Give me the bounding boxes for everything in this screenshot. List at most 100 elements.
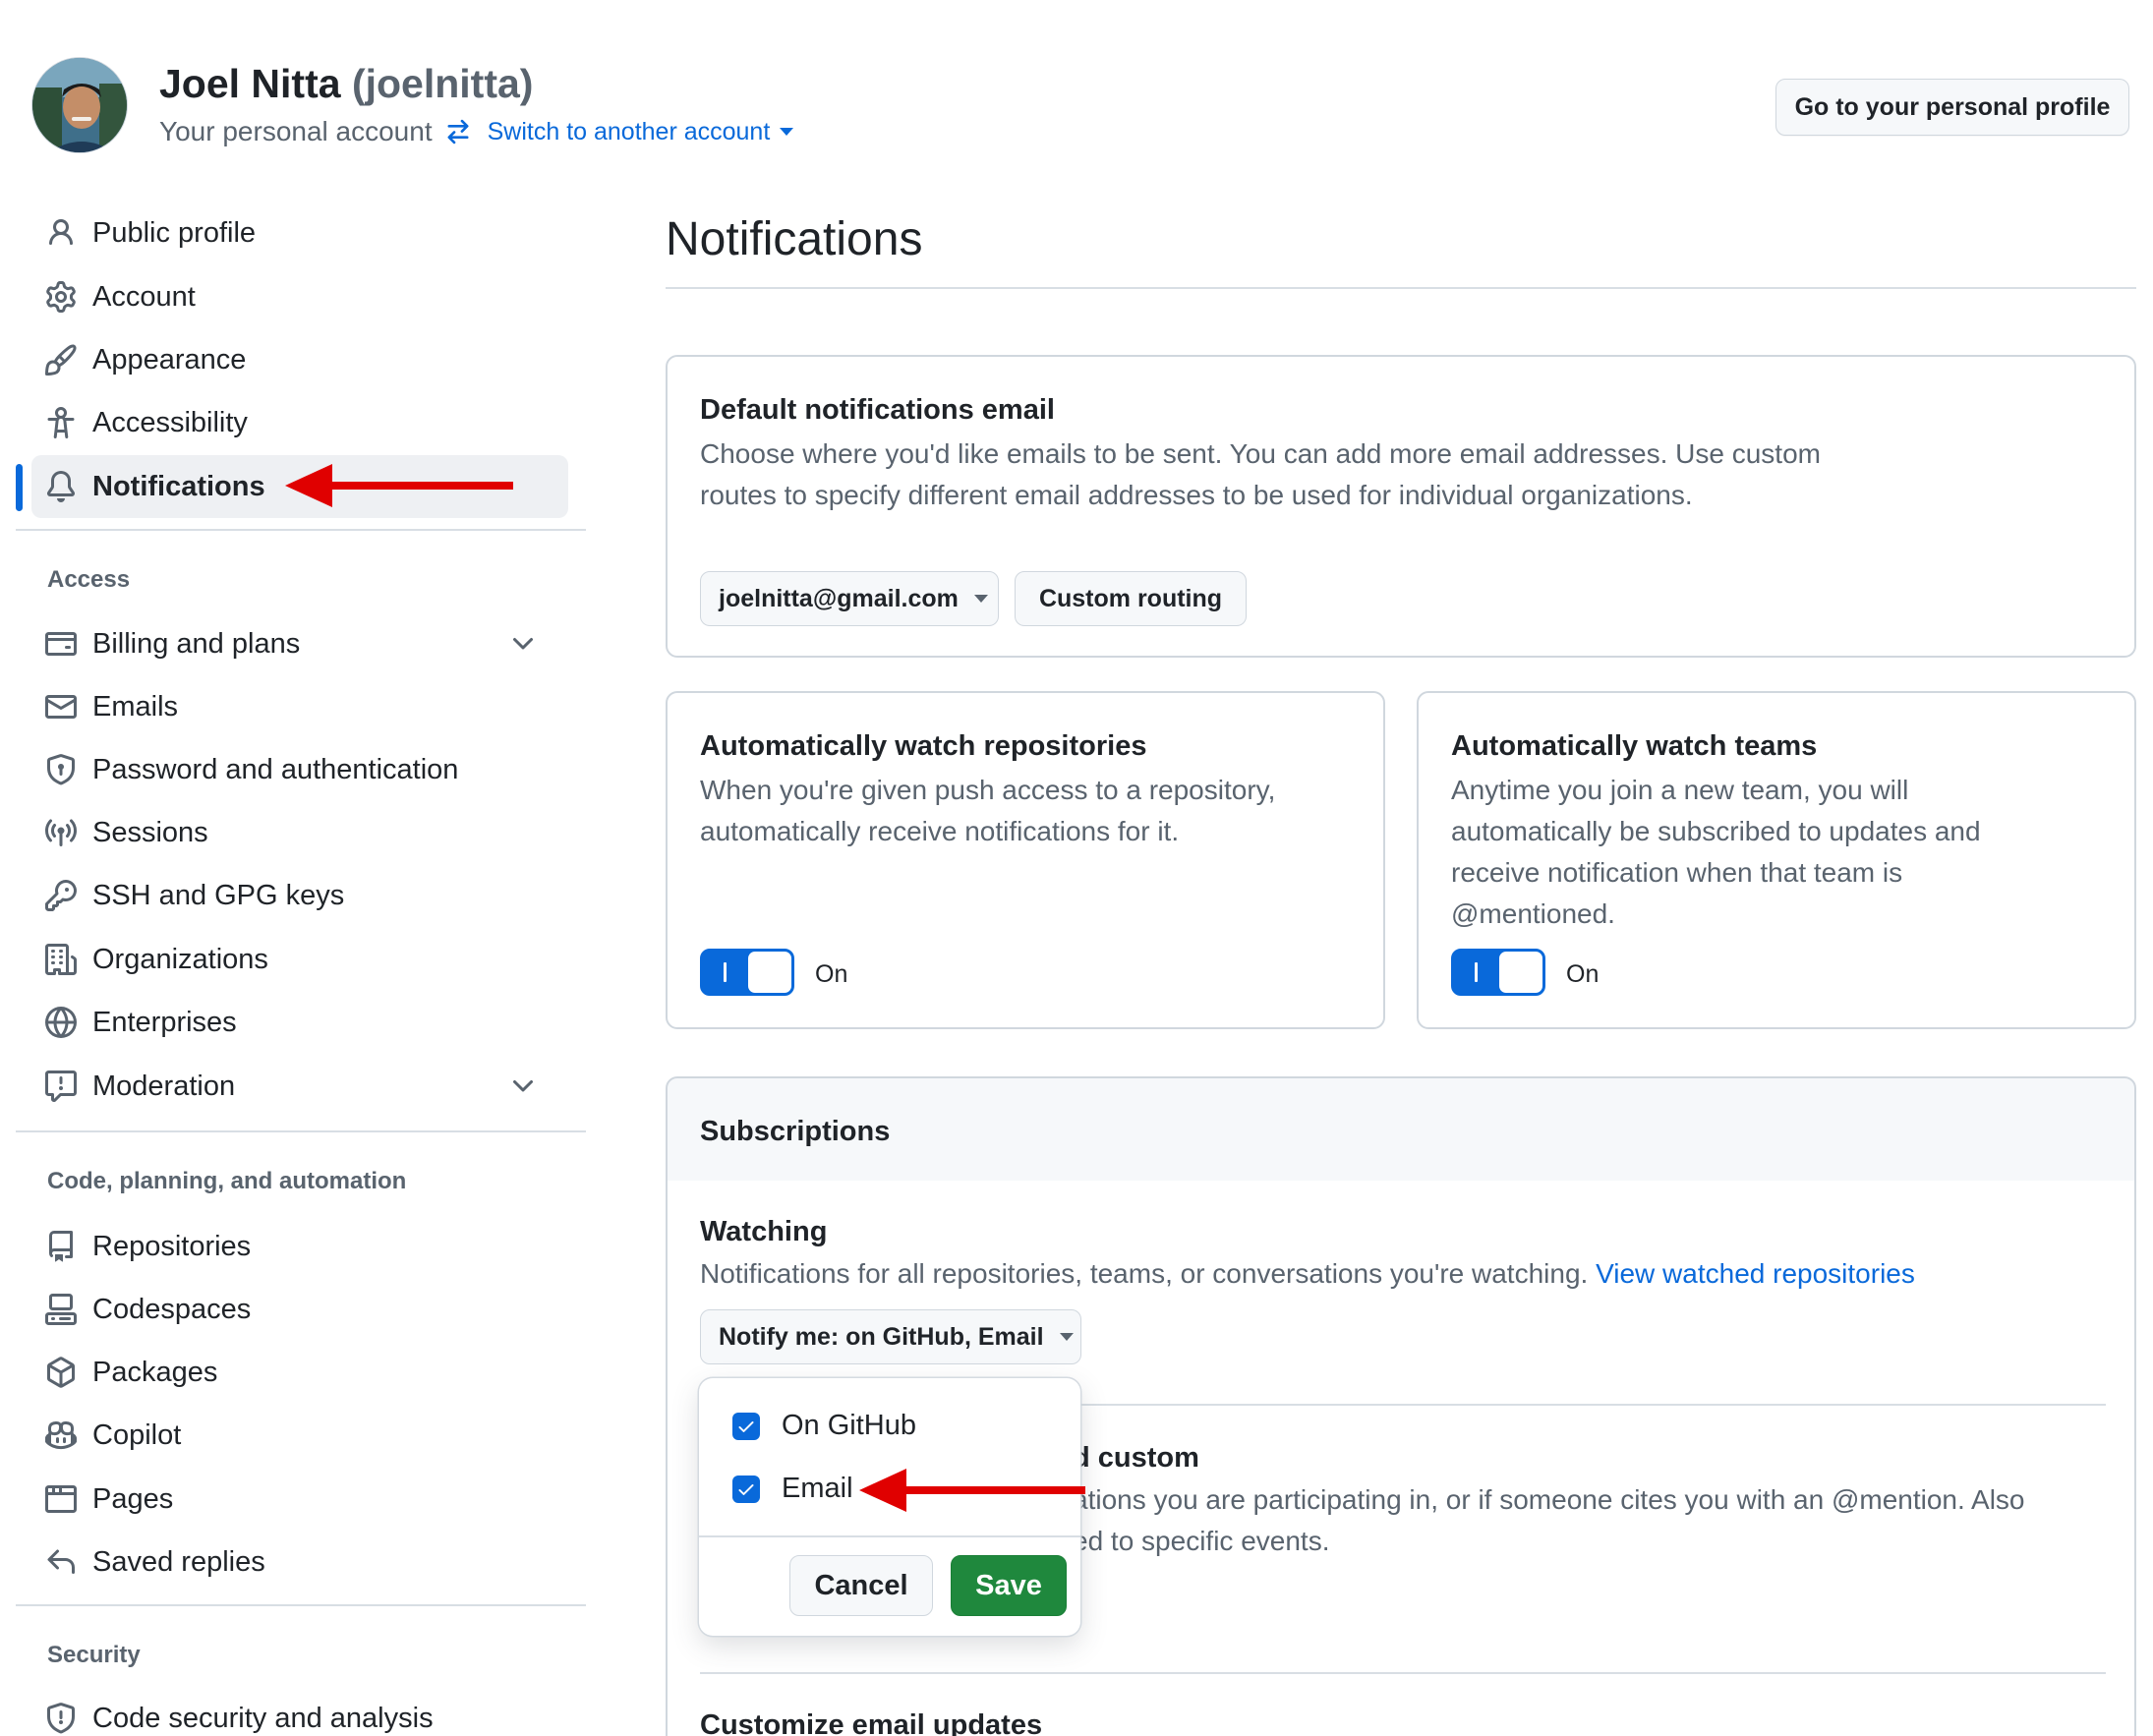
customize-email-title: Customize email updates	[700, 1709, 1043, 1736]
sidebar-item-label: Codespaces	[92, 1293, 252, 1325]
checkbox-checked-icon[interactable]	[732, 1412, 760, 1440]
sidebar-item-repositories[interactable]: Repositories	[31, 1215, 568, 1278]
sidebar-item-public-profile[interactable]: Public profile	[31, 202, 568, 264]
sidebar-item-copilot[interactable]: Copilot	[31, 1404, 568, 1467]
switch-account-link[interactable]: Switch to another account	[488, 118, 794, 146]
go-to-profile-button[interactable]: Go to your personal profile	[1775, 79, 2129, 136]
paintbrush-icon	[45, 328, 92, 391]
sidebar-item-accessibility[interactable]: Accessibility	[31, 391, 568, 454]
globe-icon	[45, 991, 92, 1054]
display-name: Joel Nitta	[159, 61, 341, 106]
personal-account-label: Your personal account	[159, 116, 433, 146]
account-name: Joel Nitta (joelnitta)	[159, 61, 533, 107]
watch-teams-toggle[interactable]	[1451, 949, 1545, 996]
watching-notify-select[interactable]: Notify me: on GitHub, Email	[700, 1309, 1081, 1364]
sidebar-item-code-security[interactable]: Code security and analysis	[31, 1687, 568, 1736]
checkbox-checked-icon[interactable]	[732, 1475, 760, 1503]
notify-select-value: Notify me: on GitHub, Email	[719, 1322, 1044, 1351]
option-on-github[interactable]: On GitHub	[732, 1410, 916, 1442]
sidebar-item-saved-replies[interactable]: Saved replies	[31, 1531, 568, 1593]
sidebar-item-label: Enterprises	[92, 1006, 237, 1038]
toggle-knob	[1498, 951, 1543, 994]
sidebar-item-label: SSH and GPG keys	[92, 879, 345, 911]
shield-icon	[45, 1687, 92, 1736]
option-email[interactable]: Email	[732, 1473, 853, 1505]
sidebar-item-label: Public profile	[92, 216, 257, 249]
option-label: On GitHub	[782, 1410, 916, 1441]
chevron-down-icon[interactable]	[507, 1071, 539, 1102]
participating-description-line2: ed to specific events.	[1073, 1526, 1330, 1556]
sidebar-item-pages[interactable]: Pages	[31, 1468, 568, 1531]
watching-title: Watching	[700, 1216, 828, 1247]
credit-card-icon	[45, 612, 92, 675]
sidebar-item-account[interactable]: Account	[31, 265, 568, 328]
active-indicator	[16, 464, 23, 511]
sidebar-item-label: Emails	[92, 690, 179, 723]
sidebar-item-billing[interactable]: Billing and plans	[31, 612, 568, 675]
email-select-value: joelnitta@gmail.com	[719, 584, 959, 612]
sidebar-item-sessions[interactable]: Sessions	[31, 801, 568, 864]
toggle-on-mark	[724, 962, 727, 982]
toggle-knob	[747, 951, 792, 994]
watch-repos-toggle-label: On	[815, 960, 848, 988]
custom-routing-button[interactable]: Custom routing	[1015, 571, 1247, 626]
sidebar-item-organizations[interactable]: Organizations	[31, 928, 568, 991]
sidebar-item-packages[interactable]: Packages	[31, 1341, 568, 1404]
sidebar-item-label: Copilot	[92, 1418, 182, 1451]
dropdown-divider	[699, 1535, 1080, 1537]
sidebar-item-notifications[interactable]: Notifications	[31, 455, 568, 518]
chevron-down-icon[interactable]	[507, 628, 539, 660]
sidebar-item-password[interactable]: Password and authentication	[31, 738, 568, 801]
browser-icon	[45, 1468, 92, 1531]
caret-down-icon	[973, 595, 988, 603]
sidebar-item-moderation[interactable]: Moderation	[31, 1055, 568, 1118]
watching-description: Notifications for all repositories, team…	[700, 1253, 1915, 1295]
sidebar-item-label: Code security and analysis	[92, 1702, 434, 1734]
default-email-description: Choose where you'd like emails to be sen…	[700, 438, 1821, 510]
sidebar-item-label: Accessibility	[92, 406, 248, 438]
sidebar-item-label: Moderation	[92, 1070, 236, 1102]
email-select[interactable]: joelnitta@gmail.com	[700, 571, 999, 626]
title-divider	[666, 287, 2136, 289]
arrow-switch-icon	[444, 118, 472, 145]
key-icon	[45, 864, 92, 927]
default-email-box: Default notifications email Choose where…	[666, 355, 2136, 658]
avatar[interactable]	[31, 57, 128, 153]
sidebar-item-ssh-gpg[interactable]: SSH and GPG keys	[31, 864, 568, 927]
caret-down-icon	[1059, 1333, 1074, 1341]
sidebar-item-emails[interactable]: Emails	[31, 675, 568, 738]
package-icon	[45, 1341, 92, 1404]
sidebar-item-label: Notifications	[92, 470, 265, 502]
default-email-title: Default notifications email	[700, 394, 1055, 426]
sidebar-item-label: Repositories	[92, 1230, 252, 1262]
sidebar-item-enterprises[interactable]: Enterprises	[31, 991, 568, 1054]
sidebar-heading-code: Code, planning, and automation	[47, 1168, 407, 1194]
watch-teams-box: Automatically watch teams Anytime you jo…	[1417, 691, 2136, 1029]
save-button[interactable]: Save	[951, 1555, 1067, 1616]
cancel-button[interactable]: Cancel	[789, 1555, 933, 1616]
sidebar-item-label: Password and authentication	[92, 753, 459, 785]
sidebar-item-label: Sessions	[92, 816, 208, 848]
watch-repos-box: Automatically watch repositories When yo…	[666, 691, 1385, 1029]
mail-icon	[45, 675, 92, 738]
sidebar-item-label: Organizations	[92, 943, 268, 975]
reply-icon	[45, 1531, 92, 1593]
login-name: (joelnitta)	[351, 61, 534, 106]
gear-icon	[45, 265, 92, 328]
sidebar-item-label: Packages	[92, 1356, 218, 1388]
watch-teams-toggle-label: On	[1566, 960, 1600, 988]
toggle-on-mark	[1475, 962, 1478, 982]
sidebar-item-label: Appearance	[92, 343, 247, 376]
view-watched-repos-link[interactable]: View watched repositories	[1596, 1258, 1915, 1289]
copilot-icon	[45, 1404, 92, 1467]
page-title: Notifications	[666, 213, 923, 265]
sidebar-item-appearance[interactable]: Appearance	[31, 328, 568, 391]
sidebar-item-codespaces[interactable]: Codespaces	[31, 1278, 568, 1341]
shield-lock-icon	[45, 738, 92, 801]
watch-repos-toggle[interactable]	[700, 949, 794, 996]
sidebar-heading-security: Security	[47, 1642, 141, 1668]
participating-description-line1: ations you are participating in, or if s…	[1073, 1484, 2025, 1515]
watching-description-text: Notifications for all repositories, team…	[700, 1258, 1589, 1289]
sidebar-item-label: Account	[92, 280, 196, 313]
account-subtitle: Your personal account Switch to another …	[159, 116, 794, 147]
